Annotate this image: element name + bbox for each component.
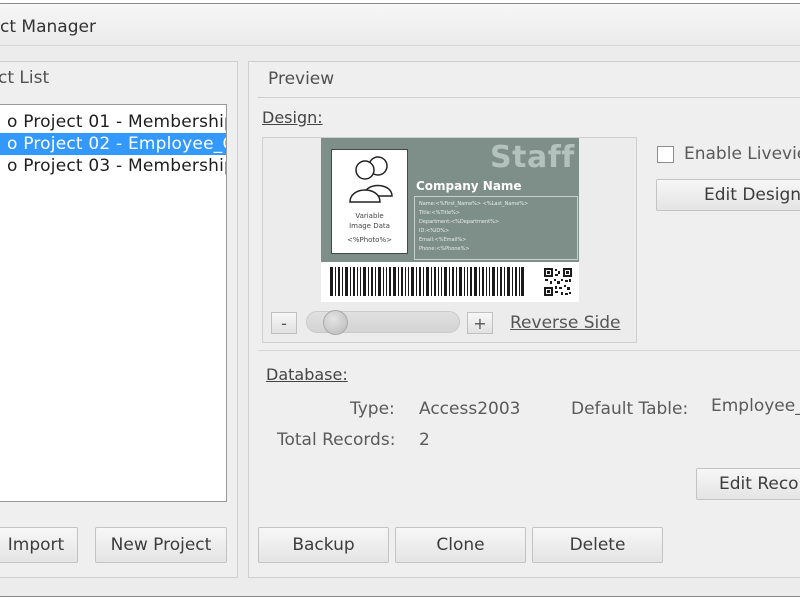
- delete-button[interactable]: Delete: [532, 527, 663, 563]
- clone-button-label: Clone: [436, 535, 485, 555]
- database-label: Database:: [266, 365, 348, 384]
- design-label: Design:: [262, 108, 323, 127]
- card-field-line: Name:<%First_Name%> <%Last_Name%>: [419, 201, 529, 207]
- project-list-item[interactable]: o Project 01 - Membership_: [0, 111, 226, 133]
- clone-button[interactable]: Clone: [395, 527, 526, 563]
- database-divider: [258, 350, 800, 351]
- card-company-name: Company Name: [416, 179, 522, 193]
- project-list-item-selected[interactable]: o Project 02 - Employee_G: [0, 133, 226, 155]
- title-bar[interactable]: ct Manager: [0, 4, 800, 46]
- preview-divider: [258, 97, 800, 98]
- default-table-label: Default Table:: [571, 399, 689, 419]
- backup-button[interactable]: Backup: [258, 527, 389, 563]
- reverse-side-link[interactable]: Reverse Side: [510, 313, 621, 333]
- window-title: ct Manager: [0, 17, 96, 37]
- preview-title: Preview: [268, 69, 335, 89]
- edit-design-button-label: Edit Design: [704, 185, 800, 205]
- photo-text-line-3: <%Photo%>: [346, 236, 392, 244]
- project-list[interactable]: o Project 01 - Membership_ o Project 02 …: [0, 104, 227, 502]
- total-records-value: 2: [419, 430, 430, 450]
- new-project-button-label: New Project: [110, 535, 212, 555]
- qr-code-image: [544, 268, 572, 296]
- edit-records-button[interactable]: Edit Records: [696, 468, 800, 500]
- card-staff-text: Staff: [490, 140, 575, 175]
- card-field-line: Phone:<%Phone%>: [419, 246, 470, 252]
- card-field-line: Department:<%Department%>: [419, 219, 500, 225]
- project-list-title: ct List: [0, 68, 50, 88]
- default-table-value: Employee_: [711, 396, 800, 416]
- photo-text-line-2: Image Data: [349, 222, 390, 230]
- zoom-out-button[interactable]: -: [271, 312, 297, 334]
- photo-placeholder: Variable Image Data <%Photo%>: [331, 149, 408, 254]
- delete-button-label: Delete: [569, 535, 626, 555]
- card-field-line: Title:<%Title%>: [419, 210, 460, 216]
- import-button[interactable]: Import: [0, 527, 78, 563]
- edit-records-button-label: Edit Records: [719, 474, 800, 494]
- backup-button-label: Backup: [292, 535, 355, 555]
- enable-liveview-label[interactable]: Enable Liveview: [684, 144, 800, 164]
- photo-text-line-1: Variable: [355, 212, 384, 220]
- project-list-item[interactable]: o Project 03 - Membership_: [0, 155, 226, 177]
- zoom-in-button[interactable]: +: [467, 312, 493, 334]
- zoom-in-label: +: [473, 313, 487, 333]
- database-type-label: Type:: [350, 399, 395, 419]
- new-project-button[interactable]: New Project: [95, 527, 227, 563]
- import-button-label: Import: [7, 535, 65, 555]
- zoom-slider-thumb[interactable]: [323, 310, 348, 335]
- edit-design-button[interactable]: Edit Design: [656, 179, 800, 211]
- enable-liveview-checkbox[interactable]: [657, 146, 674, 163]
- barcode-image: [330, 267, 524, 296]
- card-field-line: ID:<%ID%>: [419, 228, 450, 234]
- card-field-line: Email:<%Email%>: [419, 237, 467, 243]
- person-icon: [349, 156, 393, 203]
- total-records-label: Total Records:: [277, 430, 396, 450]
- database-type-value: Access2003: [419, 399, 521, 419]
- zoom-out-label: -: [281, 313, 287, 333]
